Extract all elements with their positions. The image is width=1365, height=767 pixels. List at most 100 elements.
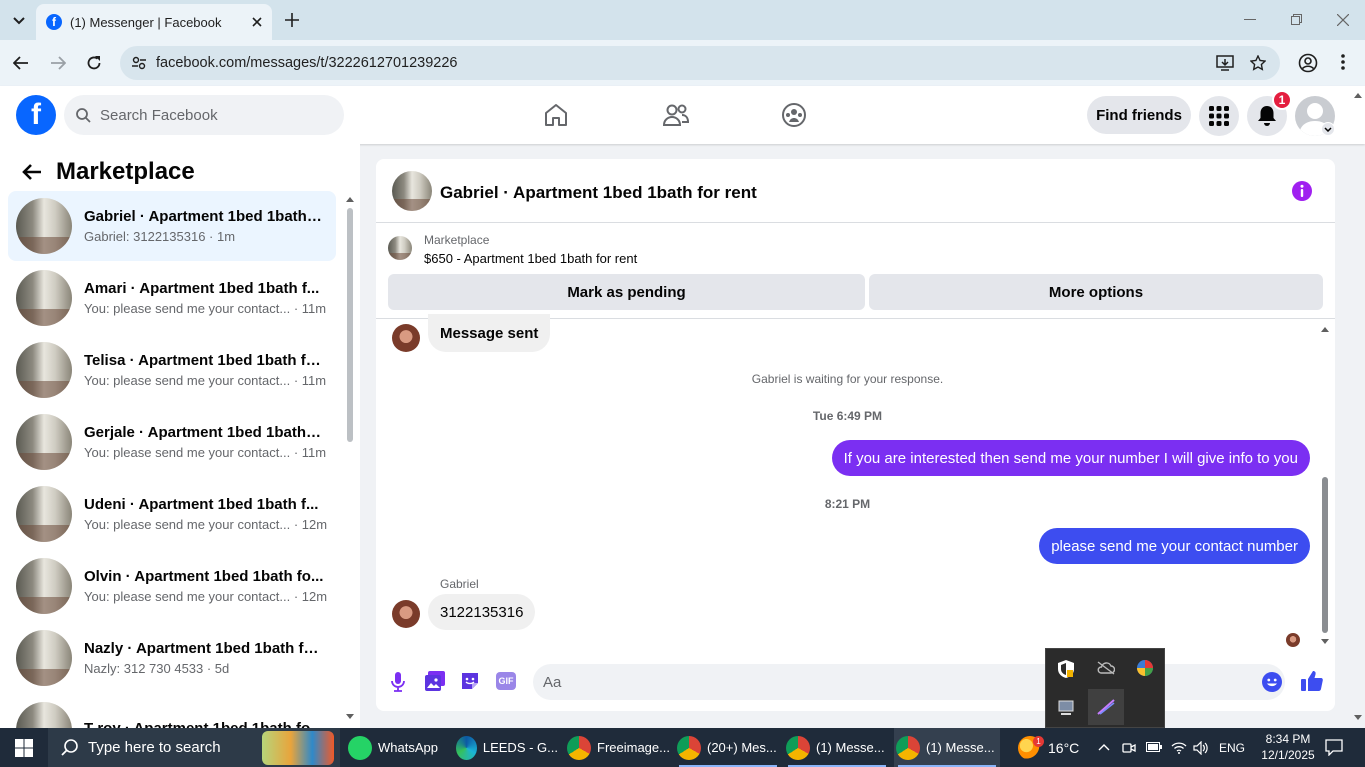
close-window-icon[interactable] — [1337, 14, 1349, 26]
conversation-item[interactable]: Udeni · Apartment 1bed 1bath f... You: pl… — [8, 479, 336, 549]
gabriel-avatar[interactable] — [392, 600, 420, 628]
listing-thumbnail[interactable] — [388, 236, 412, 260]
browser-menu-icon[interactable] — [1341, 54, 1345, 70]
info-icon[interactable] — [1292, 181, 1312, 201]
sidebar-scrollbar[interactable] — [344, 196, 356, 719]
thumbs-up-icon[interactable] — [1301, 670, 1323, 692]
display-app-icon[interactable] — [1058, 700, 1074, 716]
bookmark-star-icon[interactable] — [1250, 55, 1266, 71]
message-thread: Message sent Gabriel is waiting for your… — [376, 314, 1335, 655]
tab-search-button[interactable] — [8, 10, 30, 32]
sticker-icon[interactable] — [460, 671, 480, 691]
menu-button[interactable] — [1199, 96, 1239, 136]
scroll-up-icon[interactable] — [346, 196, 354, 202]
taskbar-app-chrome[interactable]: (20+) Mes... — [675, 728, 781, 767]
tray-overflow-chevron-icon[interactable] — [1098, 743, 1110, 751]
wifi-icon[interactable] — [1171, 741, 1187, 754]
tray-overflow-popup — [1045, 648, 1165, 728]
reload-icon[interactable] — [86, 55, 102, 71]
home-icon[interactable] — [543, 102, 569, 128]
facebook-favicon-icon: f — [46, 14, 62, 30]
groups-icon[interactable] — [781, 102, 807, 128]
taskbar-search-box[interactable]: Type here to search — [48, 728, 340, 767]
scroll-down-icon[interactable] — [346, 714, 354, 720]
pen-app-tile[interactable] — [1088, 689, 1124, 725]
taskbar-app-chrome[interactable]: (1) Messe... — [894, 728, 1000, 767]
message-input[interactable]: Aa — [533, 664, 1285, 700]
windows-start-icon[interactable] — [15, 739, 33, 757]
chevron-down-icon — [1324, 126, 1332, 132]
gif-button[interactable]: GIF — [496, 672, 516, 690]
address-bar[interactable]: facebook.com/messages/t/3222612701239226 — [120, 46, 1280, 80]
taskbar-app-chrome[interactable]: (1) Messe... — [784, 728, 890, 767]
input-language[interactable]: ENG — [1219, 741, 1245, 755]
new-tab-icon[interactable] — [285, 13, 299, 27]
scroll-down-icon[interactable] — [1321, 639, 1329, 645]
facebook-logo[interactable]: f — [16, 95, 56, 135]
page-scroll-up-icon[interactable] — [1354, 92, 1362, 98]
conversation-item[interactable]: Telisa · Apartment 1bed 1bath fo... You: … — [8, 335, 336, 405]
chat-listing-avatar[interactable] — [392, 171, 432, 211]
clock-date: 12/1/2025 — [1261, 748, 1315, 762]
facebook-search-input[interactable]: Search Facebook — [64, 95, 344, 135]
message-bubble[interactable]: Message sent — [428, 314, 551, 352]
friends-icon[interactable] — [662, 102, 690, 128]
chrome-icon — [567, 735, 591, 760]
conversation-preview: You: please send me your contact... · 11… — [84, 445, 327, 460]
bell-icon — [1258, 106, 1276, 126]
find-friends-button[interactable]: Find friends — [1087, 96, 1191, 134]
minimize-icon[interactable] — [1244, 19, 1256, 21]
conversation-sidebar: Marketplace Gabriel · Apartment 1bed 1ba… — [0, 144, 360, 728]
taskbar-app-whatsapp[interactable]: WhatsApp — [344, 728, 444, 767]
sent-message-bubble[interactable]: please send me your contact number — [1039, 528, 1310, 564]
scrollbar-thumb[interactable] — [347, 208, 353, 442]
chat-scrollbar-thumb[interactable] — [1322, 477, 1328, 633]
restore-icon[interactable] — [1291, 14, 1302, 25]
listing-title[interactable]: $650 - Apartment 1bed 1bath for rent — [424, 251, 637, 266]
mark-as-pending-button[interactable]: Mark as pending — [388, 274, 865, 310]
more-options-button[interactable]: More options — [869, 274, 1323, 310]
page-scroll-down-icon[interactable] — [1354, 715, 1362, 721]
volume-icon[interactable] — [1193, 741, 1208, 755]
received-message-bubble[interactable]: 3122135316 — [428, 594, 536, 630]
photo-icon[interactable] — [425, 671, 445, 691]
back-icon[interactable] — [13, 55, 29, 71]
conversation-preview: Gabriel: 3122135316 · 1m — [84, 229, 236, 244]
listing-avatar — [16, 558, 72, 614]
cloud-offline-icon[interactable] — [1097, 661, 1115, 675]
weather-widget[interactable]: 16°C — [1018, 728, 1088, 767]
color-app-icon[interactable] — [1136, 659, 1154, 677]
back-arrow-icon[interactable] — [22, 163, 42, 181]
conversation-item[interactable]: Amari · Apartment 1bed 1bath f... You: pl… — [8, 263, 336, 333]
conversation-item[interactable]: Gabriel · Apartment 1bed 1bath f... Gabri… — [8, 191, 336, 261]
gabriel-avatar[interactable] — [392, 324, 420, 352]
browser-tab[interactable]: f (1) Messenger | Facebook — [36, 4, 272, 40]
conversation-item[interactable]: Gerjale · Apartment 1bed 1bath f... You: … — [8, 407, 336, 477]
notification-center-icon[interactable] — [1325, 739, 1343, 756]
taskbar-app-edge[interactable]: LEEDS - G... — [454, 728, 558, 767]
site-info-icon[interactable] — [132, 56, 146, 70]
sent-message-bubble[interactable]: If you are interested then send me your … — [831, 440, 1310, 476]
conversation-item[interactable]: Nazly · Apartment 1bed 1bath fo... Nazly:… — [8, 623, 336, 693]
taskbar-app-chrome[interactable]: Freeimage... — [565, 728, 671, 767]
listing-avatar — [16, 414, 72, 470]
emoji-icon[interactable] — [1262, 672, 1282, 692]
listing-avatar — [16, 486, 72, 542]
conversation-item[interactable]: T-roy · Apartment 1bed 1bath fo... — [8, 695, 336, 728]
forward-icon[interactable] — [50, 55, 66, 71]
scroll-up-icon[interactable] — [1321, 326, 1329, 332]
install-app-icon[interactable] — [1216, 55, 1234, 71]
chat-title[interactable]: Gabriel · Apartment 1bed 1bath for rent — [440, 183, 757, 203]
grid-menu-icon — [1209, 106, 1229, 126]
microphone-icon[interactable] — [391, 672, 405, 692]
account-dropdown-badge[interactable] — [1321, 122, 1335, 136]
profile-icon[interactable] — [1298, 53, 1318, 73]
close-tab-icon[interactable] — [252, 17, 262, 27]
clock[interactable]: 8:34 PM 12/1/2025 — [1258, 731, 1318, 763]
meet-now-icon[interactable] — [1122, 741, 1136, 755]
security-shield-icon[interactable] — [1058, 660, 1074, 678]
battery-icon[interactable] — [1146, 742, 1162, 752]
chrome-icon — [677, 735, 701, 760]
conversation-item[interactable]: Olvin · Apartment 1bed 1bath fo... You: p… — [8, 551, 336, 621]
taskbar-search-placeholder: Type here to search — [88, 739, 221, 756]
